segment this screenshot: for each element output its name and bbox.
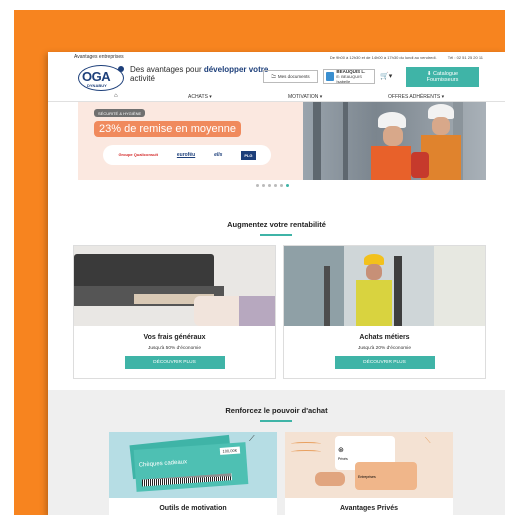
contact-info: De 9h00 à 12h30 et de 14h00 à 17h30 du l…: [320, 55, 483, 60]
cart-icon[interactable]: 🛒▾: [380, 72, 392, 80]
discover-button[interactable]: DÉCOUVRIR PLUS: [334, 356, 435, 369]
logo-dot: [118, 66, 124, 72]
nav-item-offres[interactable]: OFFRES ADHÉRENTS ▾: [388, 94, 444, 100]
card-title: Vos frais généraux: [143, 334, 206, 341]
card-title: Achats métiers: [359, 334, 410, 341]
phone-number: Tél : 02 51 25 20 11: [447, 55, 483, 60]
card-outils-motivation[interactable]: Chèques cadeaux 100,00€ ⟋ Outils de moti…: [109, 432, 277, 515]
documents-label: Mes documents: [277, 74, 310, 79]
gift-card-label: Chèques cadeaux: [138, 459, 188, 469]
partner-elis: elis: [214, 152, 223, 158]
opening-hours: De 9h00 à 12h30 et de 14h00 à 17h30 du l…: [329, 55, 437, 60]
browser-screen: Avantages entreprises De 9h00 à 12h30 et…: [48, 52, 505, 515]
section2: Renforcez le pouvoir d'achat Chèques cad…: [48, 390, 505, 515]
gift-card-image: Chèques cadeaux 100,00€ ⟋: [109, 432, 277, 498]
partner-plg: PLG: [241, 150, 256, 160]
privilege-card-text2: Entreprises: [358, 475, 376, 479]
section2-title: Renforcez le pouvoir d'achat: [225, 406, 328, 415]
user-info: BEAUQUIS L. E: BEAUQUIS Isabelle: [336, 69, 374, 84]
user-subname: E: BEAUQUIS Isabelle: [336, 74, 362, 84]
gift-card-value: 100,00€: [219, 446, 241, 455]
banner-headline: 23% de remise en moyenne: [94, 121, 241, 137]
topbar: Avantages entreprises De 9h00 à 12h30 et…: [48, 52, 505, 62]
banner-tag: SÉCURITÉ & HYGIÈNE: [94, 109, 146, 117]
catalogue-line2: Fournisseurs: [426, 77, 459, 83]
partner-qualiconsult: Groupe Qualiconsult: [118, 152, 158, 157]
printer-image: [74, 246, 275, 326]
partner-eurofeu: euroféu: [176, 152, 196, 158]
card-achats-metiers[interactable]: Achats métiers Jusqu'à 20% d'économie DÉ…: [283, 245, 486, 379]
card-subtitle: Jusqu'à 20% d'économie: [357, 346, 412, 351]
main-nav: ⌂ ACHATS ▾ MOTIVATION ▾ OFFRES ADHÉRENTS…: [48, 92, 505, 102]
card-avantages-prives[interactable]: ⊛ Privés Entreprises ⟍ Avantages Privés: [285, 432, 453, 515]
logo-subtext: DYNABUY: [87, 83, 107, 88]
privilege-card-text: Privés: [338, 457, 348, 461]
card-subtitle: Jusqu'à 50% d'économie: [147, 346, 202, 351]
privilege-card-image: ⊛ Privés Entreprises ⟍: [285, 432, 453, 498]
section1-title: Augmentez votre rentabilité: [227, 220, 326, 229]
carousel-dot[interactable]: [262, 184, 265, 187]
documents-button[interactable]: 🗀 Mes documents: [263, 70, 318, 83]
section2-underline: [260, 420, 292, 422]
sparkle-icon: ⟋: [249, 434, 255, 443]
tagline-bold: développer votre: [203, 65, 269, 74]
topbar-link[interactable]: Avantages entreprises: [74, 54, 124, 60]
discover-button[interactable]: DÉCOUVRIR PLUS: [124, 356, 225, 369]
nav-item-motivation[interactable]: MOTIVATION ▾: [288, 94, 322, 100]
tagline-end: activité: [130, 74, 155, 83]
user-account-button[interactable]: BEAUQUIS L. E: BEAUQUIS Isabelle: [323, 69, 375, 84]
card-title: Outils de motivation: [159, 505, 227, 512]
nav-item-achats[interactable]: ACHATS ▾: [188, 94, 212, 100]
carousel-dot[interactable]: [256, 184, 259, 187]
partner-logos: Groupe Qualiconsult euroféu elis PLG: [103, 145, 271, 165]
carousel-dot-active[interactable]: [286, 184, 289, 187]
banner-photo: [303, 102, 486, 180]
worker-image: [284, 246, 485, 326]
carousel-dots: [256, 184, 289, 187]
catalogue-button[interactable]: ⬇ Catalogue Fournisseurs: [406, 67, 479, 87]
home-icon[interactable]: ⌂: [114, 93, 118, 99]
tagline-prefix: Des avantages pour: [130, 65, 204, 74]
privilege-icon: ⊛: [338, 447, 344, 454]
user-avatar-icon: [326, 72, 335, 81]
sparkle-icon: ⟍: [425, 436, 431, 445]
card-title: Avantages Privés: [339, 505, 399, 512]
folder-icon: 🗀: [271, 73, 276, 79]
carousel-dot[interactable]: [268, 184, 271, 187]
carousel-dot[interactable]: [274, 184, 277, 187]
header: OGA DYNABUY Des avantages pour développe…: [48, 62, 505, 92]
card-frais-generaux[interactable]: Vos frais généraux Jusqu'à 50% d'économi…: [73, 245, 276, 379]
section1-underline: [260, 234, 292, 236]
oga-logo[interactable]: OGA DYNABUY: [78, 65, 124, 91]
logo-text: OGA: [82, 69, 111, 84]
promo-banner[interactable]: SÉCURITÉ & HYGIÈNE 23% de remise en moye…: [78, 102, 486, 180]
carousel-dot[interactable]: [280, 184, 283, 187]
